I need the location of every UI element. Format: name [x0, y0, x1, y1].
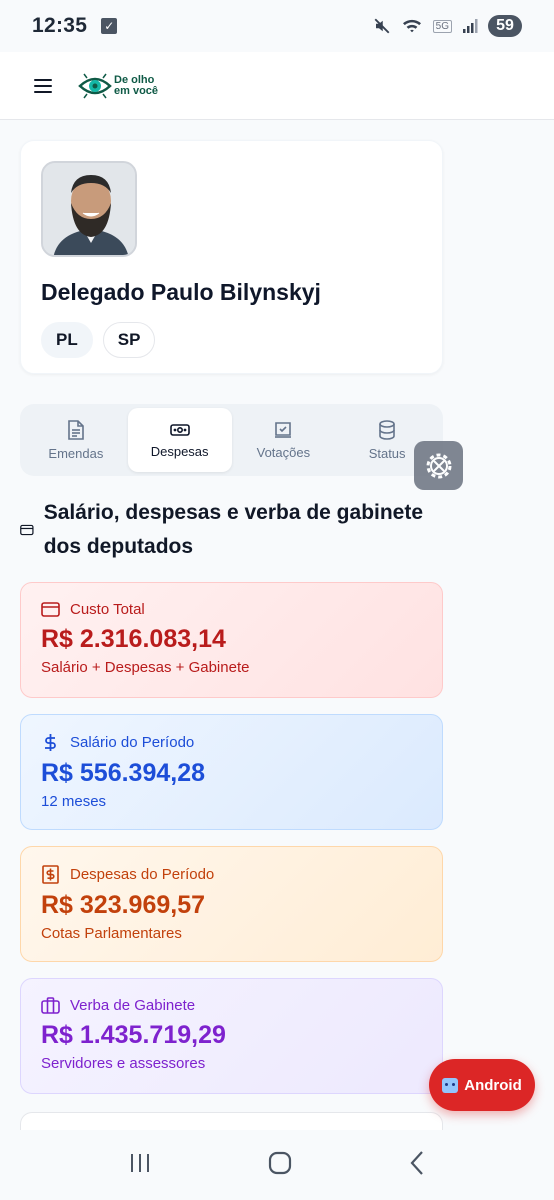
status-icons: 5G 59	[373, 15, 522, 37]
app-header: De olho em você	[0, 52, 554, 120]
tab-label: Votações	[256, 444, 311, 460]
credit-card-icon	[20, 524, 34, 536]
metric-subtitle: Cotas Parlamentares	[41, 925, 182, 942]
credit-card-icon	[41, 602, 60, 617]
metric-subtitle: Servidores e assessores	[41, 1055, 206, 1072]
metric-value: R$ 2.316.083,14	[41, 625, 226, 653]
logo[interactable]: De olho em você	[78, 71, 158, 101]
tab-label: Despesas	[150, 443, 209, 459]
metric-label: Custo Total	[70, 601, 145, 618]
party-state-tags: PL SP	[41, 322, 422, 358]
profile-card: Delegado Paulo Bilynskyj PL SP	[20, 140, 443, 374]
metric-label: Verba de Gabinete	[70, 997, 196, 1014]
android-button[interactable]: Android	[429, 1059, 535, 1111]
floating-settings-button[interactable]	[414, 441, 463, 490]
status-bar: 12:35 ✓ 5G 59	[0, 0, 554, 52]
tab-bar: Emendas Despesas Votações Status	[20, 404, 443, 476]
file-text-icon	[68, 419, 84, 440]
party-tag[interactable]: PL	[41, 322, 93, 358]
recent-apps-icon[interactable]	[128, 1152, 152, 1179]
tab-label: Emendas	[48, 445, 104, 461]
banknote-icon	[169, 423, 190, 436]
receipt-dollar-icon	[42, 865, 59, 884]
metric-card-custo-total: Custo Total R$ 2.316.083,14 Salário + De…	[20, 582, 443, 698]
metric-label: Despesas do Período	[70, 866, 215, 883]
metric-value: R$ 323.969,57	[41, 891, 206, 919]
system-nav-bar	[0, 1130, 554, 1200]
wifi-icon	[402, 19, 421, 33]
section-title: Salário, despesas e verba de gabinete do…	[43, 501, 424, 558]
status-time: 12:35	[32, 14, 88, 37]
tab-label: Status	[368, 445, 406, 461]
tab-despesas[interactable]: Despesas	[127, 408, 232, 472]
metric-label: Salário do Período	[70, 734, 195, 751]
metric-subtitle: Salário + Despesas + Gabinete	[41, 659, 250, 676]
home-icon[interactable]	[267, 1150, 293, 1181]
metric-card-verba-gabinete: Verba de Gabinete R$ 1.435.719,29 Servid…	[20, 978, 443, 1094]
signal-icon	[463, 19, 478, 33]
state-tag[interactable]: SP	[102, 322, 156, 358]
android-button-label: Android	[464, 1076, 522, 1094]
back-icon[interactable]	[408, 1150, 426, 1181]
metric-value: R$ 556.394,28	[41, 759, 206, 787]
robot-icon	[442, 1077, 459, 1093]
vote-box-icon	[275, 421, 292, 438]
database-icon	[379, 419, 395, 440]
briefcase-icon	[41, 997, 60, 1014]
metric-card-despesas: Despesas do Período R$ 323.969,57 Cotas …	[20, 846, 443, 962]
mute-icon	[374, 18, 390, 34]
avatar	[41, 161, 137, 257]
profile-name: Delegado Paulo Bilynskyj	[41, 279, 321, 305]
metric-subtitle: 12 meses	[41, 793, 107, 810]
tab-votacoes[interactable]: Votações	[232, 408, 336, 472]
logo-text-line1: De olho	[114, 73, 155, 86]
notification-check-icon: ✓	[101, 18, 118, 34]
section-header: Salário, despesas e verba de gabinete do…	[20, 496, 450, 564]
metric-card-salario: Salário do Período R$ 556.394,28 12 mese…	[20, 714, 443, 830]
gear-tools-icon	[426, 453, 451, 478]
tab-emendas[interactable]: Emendas	[24, 408, 128, 472]
network-type-label: 5G	[432, 19, 452, 33]
hamburger-menu-icon[interactable]	[34, 78, 52, 93]
logo-text-line2: em você	[114, 84, 159, 97]
dollar-sign-icon	[45, 734, 56, 751]
eye-logo-icon	[78, 73, 112, 98]
battery-indicator: 59	[488, 15, 522, 37]
metric-value: R$ 1.435.719,29	[41, 1021, 226, 1049]
